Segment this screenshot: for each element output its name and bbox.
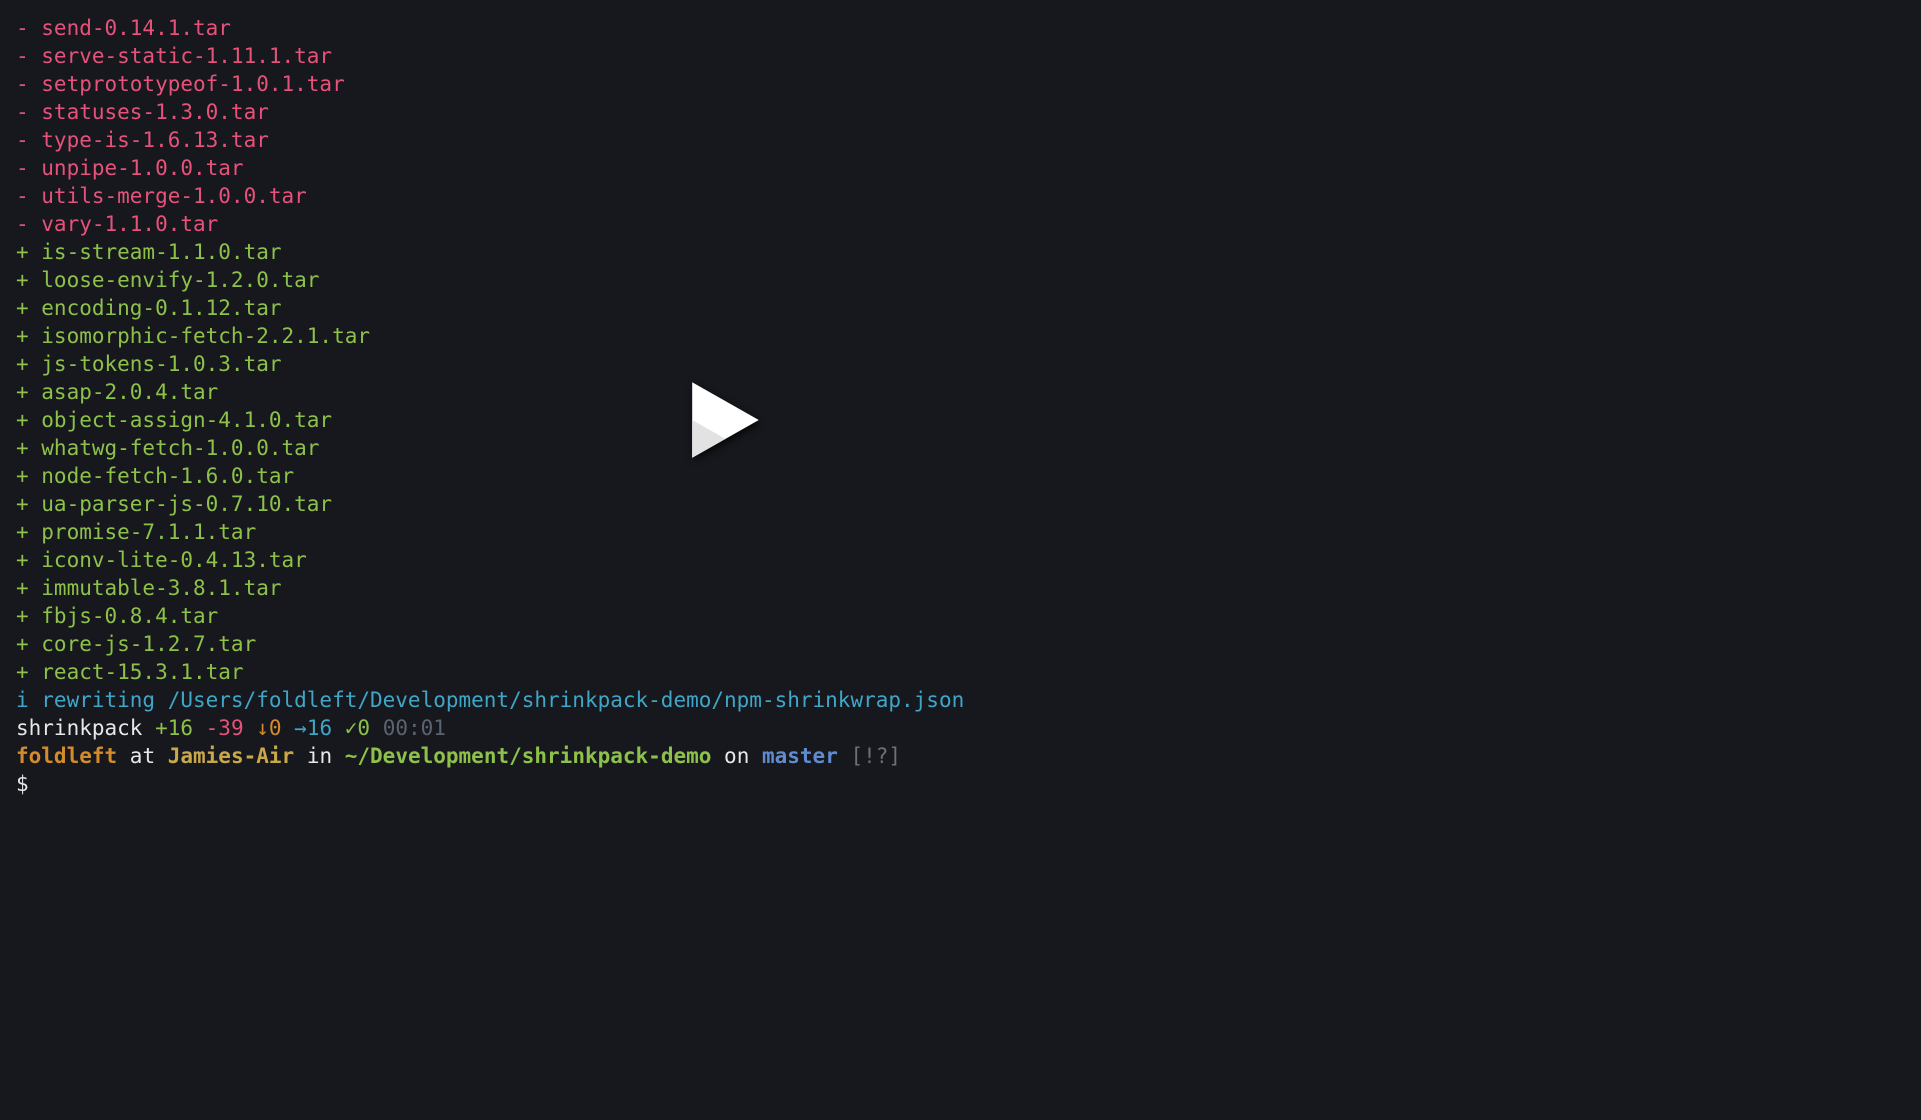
removed-file: - type-is-1.6.13.tar xyxy=(16,128,269,152)
removed-file: - vary-1.1.0.tar xyxy=(16,212,218,236)
summary-down: ↓0 xyxy=(256,716,294,740)
added-file: + immutable-3.8.1.tar xyxy=(16,576,282,600)
terminal-line: + isomorphic-fetch-2.2.1.tar xyxy=(16,322,1905,350)
added-file: + iconv-lite-0.4.13.tar xyxy=(16,548,307,572)
prompt-path: ~/Development/shrinkpack-demo xyxy=(345,744,712,768)
terminal-line: + iconv-lite-0.4.13.tar xyxy=(16,546,1905,574)
prompt-user: foldleft xyxy=(16,744,117,768)
summary-arrow: →16 xyxy=(294,716,345,740)
removed-file: - setprototypeof-1.0.1.tar xyxy=(16,72,345,96)
added-file: + fbjs-0.8.4.tar xyxy=(16,604,218,628)
summary-minus: -39 xyxy=(206,716,257,740)
added-file: + isomorphic-fetch-2.2.1.tar xyxy=(16,324,370,348)
added-file: + js-tokens-1.0.3.tar xyxy=(16,352,282,376)
prompt-host: Jamies-Air xyxy=(168,744,294,768)
added-file: + encoding-0.1.12.tar xyxy=(16,296,282,320)
added-file: + promise-7.1.1.tar xyxy=(16,520,256,544)
summary-check: ✓0 xyxy=(345,716,383,740)
terminal-line: + object-assign-4.1.0.tar xyxy=(16,406,1905,434)
terminal-line: - serve-static-1.11.1.tar xyxy=(16,42,1905,70)
terminal-line: + js-tokens-1.0.3.tar xyxy=(16,350,1905,378)
terminal-line: + fbjs-0.8.4.tar xyxy=(16,602,1905,630)
terminal-line: i rewriting /Users/foldleft/Development/… xyxy=(16,686,1905,714)
terminal-line: - send-0.14.1.tar xyxy=(16,14,1905,42)
terminal-line: + whatwg-fetch-1.0.0.tar xyxy=(16,434,1905,462)
summary-plus: +16 xyxy=(155,716,206,740)
info-line: i rewriting /Users/foldleft/Development/… xyxy=(16,688,964,712)
terminal-line: + asap-2.0.4.tar xyxy=(16,378,1905,406)
terminal-line: $ xyxy=(16,770,1905,798)
removed-file: - statuses-1.3.0.tar xyxy=(16,100,269,124)
terminal-line: foldleft at Jamies-Air in ~/Development/… xyxy=(16,742,1905,770)
terminal-output: - send-0.14.1.tar - serve-static-1.11.1.t… xyxy=(0,0,1921,812)
terminal-line: - setprototypeof-1.0.1.tar xyxy=(16,70,1905,98)
added-file: + is-stream-1.1.0.tar xyxy=(16,240,282,264)
prompt-flags: [!?] xyxy=(838,744,901,768)
terminal-line: - vary-1.1.0.tar xyxy=(16,210,1905,238)
prompt-at: at xyxy=(117,744,168,768)
terminal-line: + core-js-1.2.7.tar xyxy=(16,630,1905,658)
terminal-line: - utils-merge-1.0.0.tar xyxy=(16,182,1905,210)
removed-file: - send-0.14.1.tar xyxy=(16,16,231,40)
terminal-line: shrinkpack +16 -39 ↓0 →16 ✓0 00:01 xyxy=(16,714,1905,742)
removed-file: - serve-static-1.11.1.tar xyxy=(16,44,332,68)
terminal-line: - unpipe-1.0.0.tar xyxy=(16,154,1905,182)
added-file: + asap-2.0.4.tar xyxy=(16,380,218,404)
added-file: + react-15.3.1.tar xyxy=(16,660,244,684)
added-file: + loose-envify-1.2.0.tar xyxy=(16,268,319,292)
play-icon xyxy=(676,372,766,468)
terminal-line: + loose-envify-1.2.0.tar xyxy=(16,266,1905,294)
terminal-line: + node-fetch-1.6.0.tar xyxy=(16,462,1905,490)
summary-time: 00:01 xyxy=(383,716,446,740)
terminal-line: + promise-7.1.1.tar xyxy=(16,518,1905,546)
terminal-line: + react-15.3.1.tar xyxy=(16,658,1905,686)
terminal-line: - type-is-1.6.13.tar xyxy=(16,126,1905,154)
added-file: + object-assign-4.1.0.tar xyxy=(16,408,332,432)
prompt-branch: master xyxy=(762,744,838,768)
terminal-line: + is-stream-1.1.0.tar xyxy=(16,238,1905,266)
added-file: + whatwg-fetch-1.0.0.tar xyxy=(16,436,319,460)
added-file: + core-js-1.2.7.tar xyxy=(16,632,256,656)
summary-cmd: shrinkpack xyxy=(16,716,155,740)
removed-file: - unpipe-1.0.0.tar xyxy=(16,156,244,180)
added-file: + node-fetch-1.6.0.tar xyxy=(16,464,294,488)
prompt-in: in xyxy=(294,744,345,768)
play-button[interactable] xyxy=(673,372,769,468)
terminal-line: - statuses-1.3.0.tar xyxy=(16,98,1905,126)
prompt-on: on xyxy=(711,744,762,768)
terminal-line: + immutable-3.8.1.tar xyxy=(16,574,1905,602)
terminal-line: + encoding-0.1.12.tar xyxy=(16,294,1905,322)
terminal-line: + ua-parser-js-0.7.10.tar xyxy=(16,490,1905,518)
prompt-ps1: $ xyxy=(16,772,29,796)
added-file: + ua-parser-js-0.7.10.tar xyxy=(16,492,332,516)
removed-file: - utils-merge-1.0.0.tar xyxy=(16,184,307,208)
